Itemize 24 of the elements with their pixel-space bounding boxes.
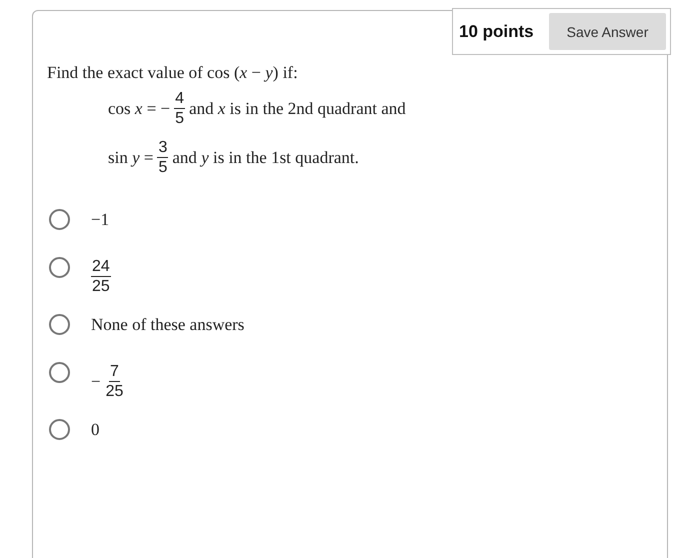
math-text: − (91, 372, 101, 392)
fraction-denominator: 5 (174, 109, 186, 128)
math-text: cos x = − (108, 98, 170, 118)
math-text: None of these answers (91, 314, 244, 334)
math-text: 0 (91, 420, 100, 440)
fraction-numerator: 3 (157, 138, 168, 158)
fraction-denominator: 25 (91, 277, 111, 296)
math-text: and y is in the 1st quadrant. (172, 148, 359, 168)
fraction-numerator: 4 (174, 89, 186, 109)
radio-button[interactable] (49, 362, 70, 383)
math-text: and x is in the 2nd quadrant and (189, 98, 406, 118)
math-text: −1 (91, 210, 110, 230)
math-text: sin y = (108, 148, 154, 168)
radio-button[interactable] (49, 209, 70, 230)
points-label: 10 points (459, 22, 534, 42)
radio-button[interactable] (49, 314, 70, 335)
fraction-denominator: 5 (157, 158, 168, 177)
radio-button[interactable] (49, 257, 70, 278)
question-text: Find the exact value of cos (x − y) if: (47, 63, 299, 83)
fraction-numerator: 7 (109, 362, 120, 382)
fraction-numerator: 24 (91, 257, 111, 277)
fraction-denominator: 25 (104, 382, 124, 401)
save-answer-button[interactable]: Save Answer (549, 13, 666, 50)
radio-button[interactable] (49, 419, 70, 440)
